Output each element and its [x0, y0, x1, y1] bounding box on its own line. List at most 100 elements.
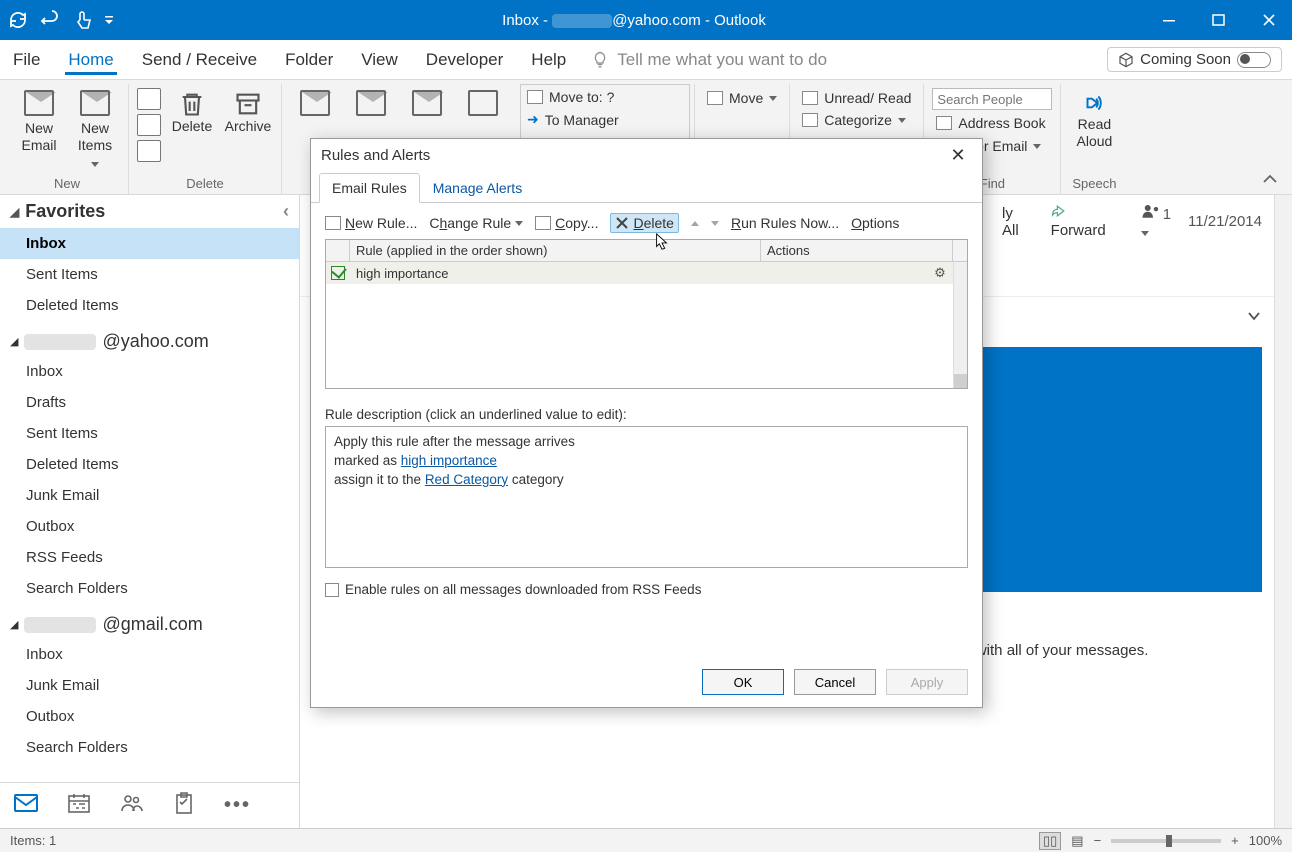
nav-acct1-outbox[interactable]: Outbox [0, 511, 299, 542]
close-button[interactable] [1254, 10, 1284, 30]
categorize-dropdown[interactable]: Categorize [798, 110, 910, 130]
search-people-input[interactable] [932, 88, 1052, 110]
forward-icon [412, 90, 442, 116]
forward-button-rb[interactable] [402, 88, 452, 122]
delete-rule-button[interactable]: Delete [610, 213, 678, 233]
new-items-button[interactable]: New Items [70, 88, 120, 172]
reply-all-action[interactable]: ly All [1002, 205, 1031, 239]
nav-calendar-icon[interactable] [68, 793, 90, 819]
nav-acct1-junk[interactable]: Junk Email [0, 480, 299, 511]
address-book-icon [936, 116, 952, 130]
dialog-close-button[interactable]: ✕ [944, 145, 972, 166]
address-book-button[interactable]: Address Book [932, 113, 1049, 133]
chevron-down-icon[interactable] [1246, 308, 1262, 329]
forward-action[interactable]: Forward [1051, 204, 1121, 239]
rule-row[interactable]: high importance ⚙ [326, 262, 953, 284]
rules-options-button[interactable]: Options [851, 215, 899, 231]
quickstep-moveto[interactable]: Move to: ? [523, 87, 618, 107]
tab-help[interactable]: Help [528, 45, 569, 75]
envelope-open-icon [802, 91, 818, 105]
group-label-delete: Delete [137, 173, 273, 194]
zoom-slider[interactable] [1111, 839, 1221, 843]
cleanup-button[interactable] [137, 114, 161, 136]
nav-acct2-junk[interactable]: Junk Email [0, 670, 299, 701]
coming-soon-toggle[interactable]: Coming Soon [1107, 47, 1282, 72]
zoom-out-button[interactable]: − [1094, 833, 1102, 848]
tab-developer[interactable]: Developer [423, 45, 507, 75]
people-picker[interactable]: 1 [1141, 203, 1174, 240]
account-1-header[interactable]: ◢@yahoo.com [0, 321, 299, 356]
nav-acct1-inbox[interactable]: Inbox [0, 356, 299, 387]
archive-button[interactable]: Archive [223, 88, 273, 137]
view-normal-icon[interactable]: ▯▯ [1039, 832, 1061, 850]
nav-mail-icon[interactable] [14, 793, 38, 819]
move-rule-down-button[interactable] [711, 221, 719, 226]
qat-customize-icon[interactable] [104, 10, 114, 30]
touch-mode-icon[interactable] [72, 10, 92, 30]
tab-send-receive[interactable]: Send / Receive [139, 45, 260, 75]
tell-me-search[interactable]: Tell me what you want to do [591, 50, 827, 70]
tab-email-rules[interactable]: Email Rules [319, 173, 420, 203]
nav-favorites-inbox[interactable]: Inbox [0, 228, 299, 259]
new-email-button[interactable]: New Email [14, 88, 64, 156]
rules-list-scrollbar[interactable] [953, 262, 967, 388]
minimize-button[interactable] [1154, 10, 1184, 30]
read-aloud-button[interactable]: Read Aloud [1069, 88, 1119, 152]
collapse-ribbon-button[interactable] [1254, 167, 1286, 194]
move-dropdown[interactable]: Move [703, 88, 781, 108]
nav-acct2-outbox[interactable]: Outbox [0, 701, 299, 732]
tab-home[interactable]: Home [65, 45, 116, 75]
sync-icon[interactable] [8, 10, 28, 30]
meeting-button[interactable] [458, 88, 508, 122]
ignore-button[interactable] [137, 88, 161, 110]
quickstep-tomanager[interactable]: ➜To Manager [523, 109, 623, 130]
enable-rss-rules-checkbox[interactable]: Enable rules on all messages downloaded … [325, 582, 968, 597]
ribbon-tabs: File Home Send / Receive Folder View Dev… [0, 40, 1292, 80]
nav-acct1-sent[interactable]: Sent Items [0, 418, 299, 449]
nav-tasks-icon[interactable] [174, 792, 194, 820]
unread-read-button[interactable]: Unread/ Read [798, 88, 915, 108]
new-rule-button[interactable]: New Rule... [325, 215, 417, 231]
status-bar: Items: 1 ▯▯ ▤ − + 100% [0, 828, 1292, 852]
toggle-switch[interactable] [1237, 52, 1271, 68]
undo-icon[interactable] [40, 10, 60, 30]
x-icon [615, 216, 629, 230]
tab-manage-alerts[interactable]: Manage Alerts [420, 173, 536, 203]
tab-file[interactable]: File [10, 45, 43, 75]
checkbox-icon[interactable] [325, 583, 339, 597]
rule-condition-link[interactable]: high importance [401, 453, 497, 468]
nav-acct1-rss[interactable]: RSS Feeds [0, 542, 299, 573]
tab-folder[interactable]: Folder [282, 45, 336, 75]
zoom-in-button[interactable]: + [1231, 833, 1239, 848]
nav-acct1-searchfolders[interactable]: Search Folders [0, 573, 299, 604]
maximize-button[interactable] [1204, 10, 1234, 30]
collapse-navpane-icon[interactable]: ‹ [283, 201, 289, 222]
cancel-button[interactable]: Cancel [794, 669, 876, 695]
folder-icon [707, 91, 723, 105]
nav-favorites-deleted[interactable]: Deleted Items [0, 290, 299, 321]
reply-button[interactable] [290, 88, 340, 122]
rules-column-actions: Actions [761, 240, 953, 261]
change-rule-dropdown[interactable]: Change Rule [429, 215, 523, 231]
nav-people-icon[interactable] [120, 793, 144, 819]
ok-button[interactable]: OK [702, 669, 784, 695]
account-2-header[interactable]: ◢@gmail.com [0, 604, 299, 639]
copy-rule-button[interactable]: Copy... [535, 215, 598, 231]
junk-button[interactable] [137, 140, 161, 162]
favorites-header[interactable]: ◢Favorites ‹ [0, 195, 299, 228]
nav-acct1-deleted[interactable]: Deleted Items [0, 449, 299, 480]
nav-acct2-inbox[interactable]: Inbox [0, 639, 299, 670]
rule-action-link[interactable]: Red Category [425, 472, 508, 487]
nav-more-icon[interactable]: ••• [224, 794, 251, 817]
run-rules-now-button[interactable]: Run Rules Now... [731, 215, 839, 231]
nav-acct2-searchfolders[interactable]: Search Folders [0, 732, 299, 763]
reply-all-button[interactable] [346, 88, 396, 122]
rule-enabled-checkbox[interactable] [326, 266, 350, 280]
tab-view[interactable]: View [358, 45, 401, 75]
nav-acct1-drafts[interactable]: Drafts [0, 387, 299, 418]
move-rule-up-button[interactable] [691, 221, 699, 226]
reading-pane-scrollbar[interactable] [1274, 195, 1292, 828]
nav-favorites-sent[interactable]: Sent Items [0, 259, 299, 290]
delete-button[interactable]: Delete [167, 88, 217, 137]
view-reading-icon[interactable]: ▤ [1071, 833, 1083, 849]
